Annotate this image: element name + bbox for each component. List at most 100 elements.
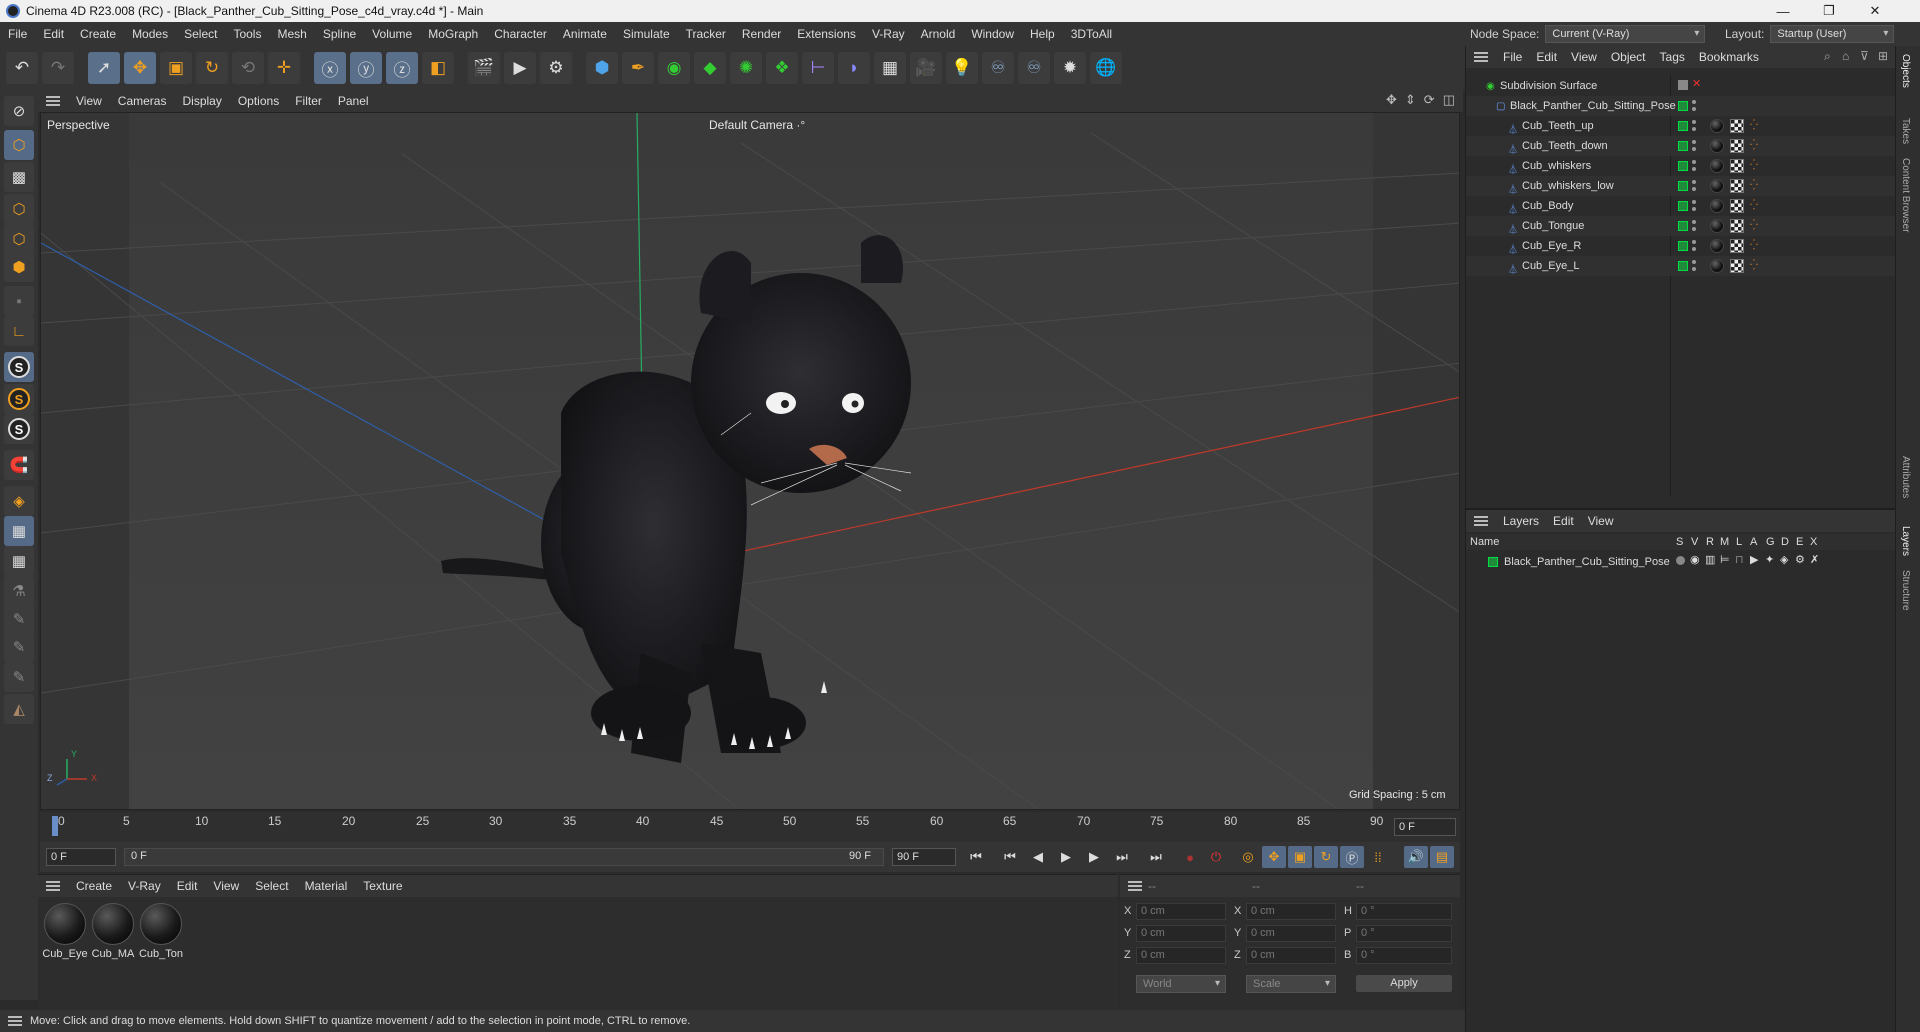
locked-workplane-button[interactable]: ▦ [4,546,34,576]
animation-play-icon[interactable]: ▶ [1750,553,1758,566]
maximize-button[interactable]: ❐ [1806,0,1852,22]
keyframe-selection-button[interactable]: ◎ [1236,846,1260,868]
menu-file[interactable]: File [0,22,35,46]
move-tool-button[interactable]: ✥ [124,52,156,84]
object-row[interactable]: ▢ Black_Panther_Cub_Sitting_Pose [1466,96,1896,116]
field-button[interactable]: ⊢ [802,52,834,84]
end-frame-field[interactable]: 90 F [892,848,956,866]
menu-help[interactable]: Help [1022,22,1063,46]
material-tag-icon[interactable] [1710,119,1724,133]
current-frame-field[interactable]: 0 F [1394,818,1456,836]
polygon-mode-button[interactable]: ⬢ [4,252,34,282]
layer-color-swatch[interactable] [1678,141,1688,151]
timeline-ruler[interactable]: 0 5 10 15 20 25 30 35 40 45 50 55 60 65 … [40,812,1460,842]
z-axis-lock-button[interactable]: ⓩ [386,52,418,84]
menu-arnold[interactable]: Arnold [913,22,964,46]
knife-tool-button[interactable]: ✎ [4,632,34,662]
snap-button[interactable]: S [4,352,34,382]
texture-mode-button[interactable]: ▩ [4,162,34,192]
layer-col-xref[interactable]: X [1810,536,1817,548]
enable-checkbox[interactable] [1678,80,1688,90]
make-editable-button[interactable]: ⊘ [4,96,34,126]
sound-button[interactable]: 🔊 [1404,846,1428,868]
play-button[interactable]: ▶ [1054,846,1078,868]
layer-col-manager[interactable]: M [1720,536,1729,548]
layer-col-generators[interactable]: G [1766,536,1775,548]
menu-modes[interactable]: Modes [124,22,176,46]
previous-frame-button[interactable]: ◀ [1026,846,1050,868]
deformer-button[interactable]: ❖ [766,52,798,84]
object-manager-menu-icon[interactable] [1474,52,1488,62]
layer-row[interactable]: Black_Panther_Cub_Sitting_Pose ◉ ▥ ⊨ ⊓ ▶… [1466,552,1896,572]
uvw-tag-icon[interactable] [1730,119,1744,133]
node-space-dropdown[interactable]: Current (V-Ray) [1545,25,1706,43]
perspective-viewport[interactable]: Perspective Default Camera ·° Grid Spaci… [40,112,1460,810]
model-mode-button[interactable]: ⬡ [4,130,34,160]
layer-color-swatch[interactable] [1488,557,1498,567]
layer-color-swatch[interactable] [1678,261,1688,271]
render-visibility-dot[interactable] [1692,267,1696,271]
maximize-view-icon[interactable]: ◫ [1443,92,1455,108]
om-menu-bookmarks[interactable]: Bookmarks [1692,50,1766,64]
grid-workplane-button[interactable]: ▦ [4,516,34,546]
coordinate-space-dropdown[interactable]: World [1136,975,1226,993]
om-menu-tags[interactable]: Tags [1653,50,1692,64]
material-swatch[interactable]: Cub_Ton [138,903,184,960]
position-y-field[interactable]: 0 cm [1136,925,1226,942]
size-x-field[interactable]: 0 cm [1246,903,1336,920]
manager-tree-icon[interactable]: ⊨ [1720,553,1730,566]
selection-tag-icon[interactable]: ⁛ [1750,140,1760,152]
material-swatch[interactable]: Cub_Eye [42,903,88,960]
om-menu-edit[interactable]: Edit [1529,50,1564,64]
key-parameter-button[interactable]: Ⓟ [1340,846,1364,868]
uvw-tag-icon[interactable] [1730,199,1744,213]
layer-menu-edit[interactable]: Edit [1546,514,1581,528]
status-menu-icon[interactable] [8,1016,22,1026]
selection-tag-icon[interactable]: ⁛ [1750,180,1760,192]
scale-tool-button[interactable]: ▣ [160,52,192,84]
layer-color-swatch[interactable] [1678,161,1688,171]
material-swatch[interactable]: Cub_MA [90,903,136,960]
object-row[interactable]: ⏃ Cub_whiskers ⁛ [1466,156,1896,176]
snap-workplane-button[interactable]: S [4,414,34,444]
uvw-tag-icon[interactable] [1730,159,1744,173]
paint-tool-button[interactable]: ⚗ [4,576,34,606]
start-frame-field[interactable]: 0 F [46,848,116,866]
edge-mode-button[interactable]: ⬡ [4,224,34,254]
material-tag-icon[interactable] [1710,179,1724,193]
tab-takes[interactable]: Takes [1900,118,1911,144]
layer-col-render[interactable]: R [1706,536,1714,548]
om-menu-file[interactable]: File [1496,50,1529,64]
home-icon[interactable]: ⌂ [1842,49,1849,63]
material-tag-icon[interactable] [1710,239,1724,253]
snap-settings-button[interactable]: S [4,384,34,414]
render-visibility-dot[interactable] [1692,207,1696,211]
spline-pen-button[interactable]: ✒ [622,52,654,84]
mograph-cloner-button[interactable]: ✺ [730,52,762,84]
layer-color-swatch[interactable] [1678,201,1688,211]
tab-layers[interactable]: Layers [1900,526,1911,556]
preview-range-slider[interactable]: 0 F 90 F [124,848,884,866]
cube-primitive-button[interactable]: ⬢ [586,52,618,84]
tab-content-browser[interactable]: Content Browser [1900,158,1911,232]
floor-button[interactable]: ▦ [874,52,906,84]
playhead[interactable] [52,816,58,836]
eye-icon[interactable]: ◉ [1690,553,1700,566]
uv-mode-button[interactable]: ▪ [4,286,34,316]
layer-color-swatch[interactable] [1678,241,1688,251]
uvw-tag-icon[interactable] [1730,259,1744,273]
magnet-tool-button[interactable]: 🧲 [4,450,34,480]
viewport-menu-cameras[interactable]: Cameras [110,94,175,108]
menu-mesh[interactable]: Mesh [269,22,314,46]
lock-icon[interactable]: ⊓ [1735,553,1744,566]
layer-menu-icon[interactable] [1474,516,1488,526]
material-menu-texture[interactable]: Texture [355,879,410,893]
vray-globe-button[interactable]: 🌐 [1090,52,1122,84]
selection-tag-icon[interactable]: ⁛ [1750,260,1760,272]
editor-visibility-dot[interactable] [1692,240,1696,244]
position-z-field[interactable]: 0 cm [1136,947,1226,964]
material-tag-icon[interactable] [1710,159,1724,173]
previous-key-button[interactable]: ⏮ [998,846,1022,868]
sculpt-tool-button[interactable]: ✎ [4,604,34,634]
menu-3dtoall[interactable]: 3DToAll [1063,22,1120,46]
